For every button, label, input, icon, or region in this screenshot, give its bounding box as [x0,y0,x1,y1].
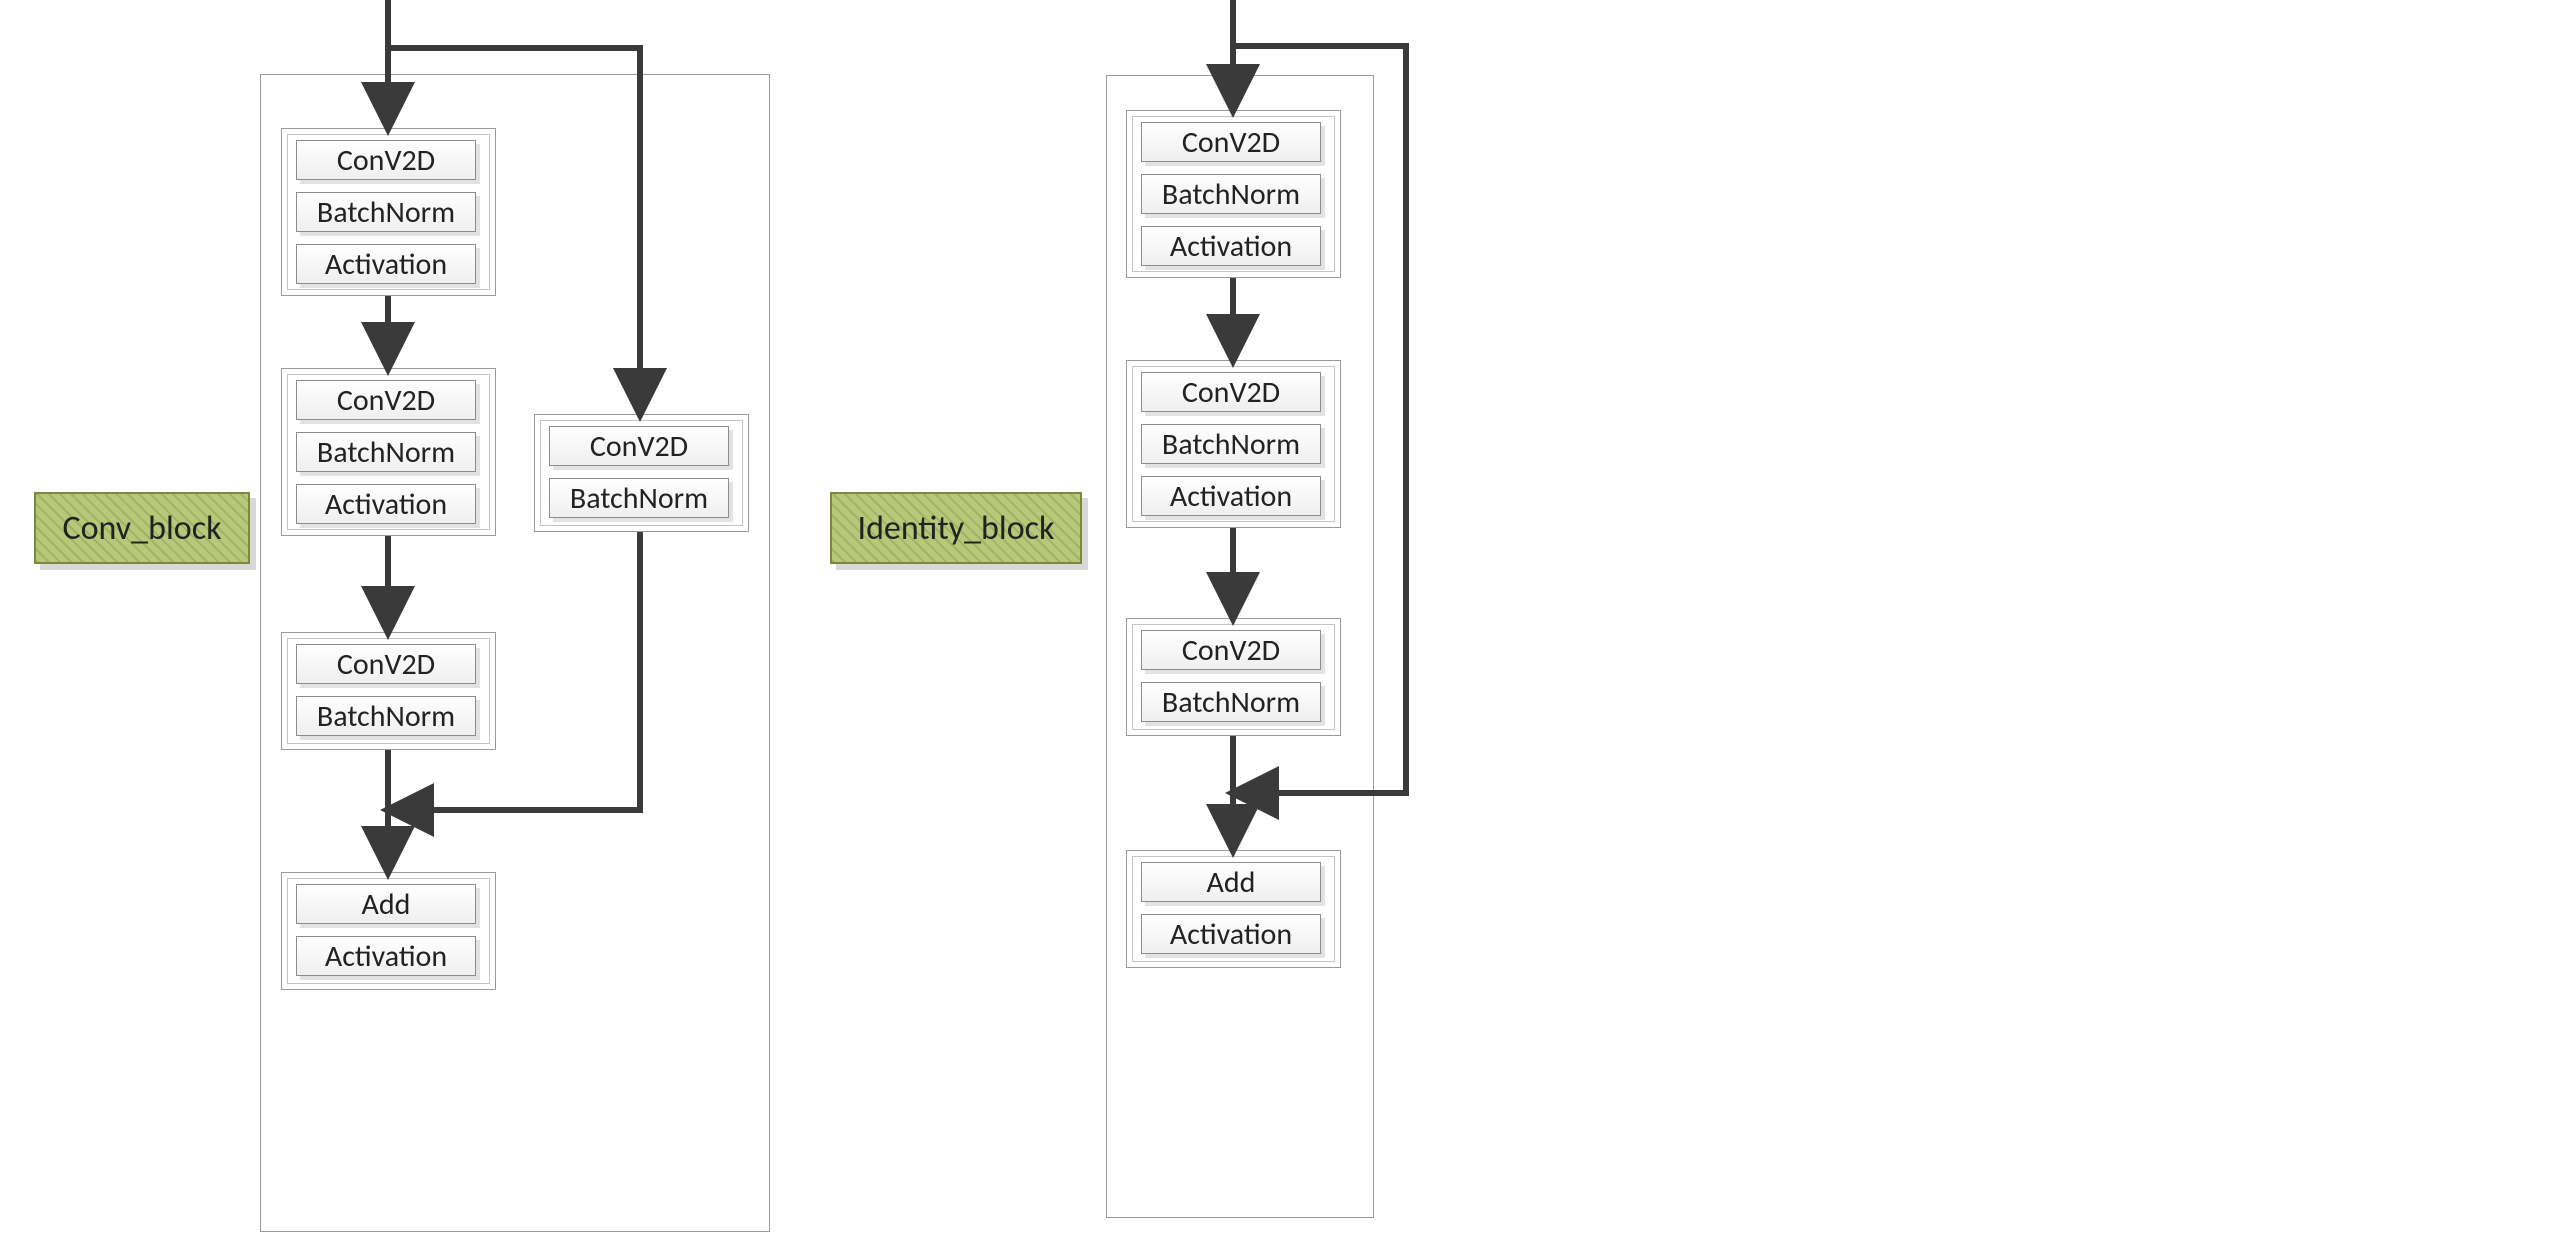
id-g2-bn-text: BatchNorm [1162,426,1300,463]
id-g2-conv2d-text: ConV2D [1182,374,1280,411]
conv-g2-conv2d: ConV2D [296,380,476,420]
identity-block-label-text: Identity_block [858,508,1055,549]
diagram-canvas: Conv_block ConV2D BatchNorm Activation C… [0,0,2550,1249]
conv-g2-act-text: Activation [325,486,447,523]
conv-sc-bn: BatchNorm [549,478,729,518]
id-g2-bn: BatchNorm [1141,424,1321,464]
conv-g4-act: Activation [296,936,476,976]
conv-g4-add-text: Add [362,886,411,923]
id-g2-act-text: Activation [1170,478,1292,515]
conv-g3-bn: BatchNorm [296,696,476,736]
id-g1-conv2d-text: ConV2D [1182,124,1280,161]
id-g3-bn: BatchNorm [1141,682,1321,722]
conv-g1-bn: BatchNorm [296,192,476,232]
id-g1-act-text: Activation [1170,228,1292,265]
id-g2-conv2d: ConV2D [1141,372,1321,412]
conv-g1-conv2d-text: ConV2D [337,142,435,179]
id-g2-act: Activation [1141,476,1321,516]
conv-sc-conv2d-text: ConV2D [590,428,688,465]
conv-g4-act-text: Activation [325,938,447,975]
conv-block-label: Conv_block [34,492,250,564]
id-g3-conv2d-text: ConV2D [1182,632,1280,669]
identity-block-label: Identity_block [830,492,1082,564]
conv-g2-conv2d-text: ConV2D [337,382,435,419]
conv-g1-act: Activation [296,244,476,284]
conv-sc-conv2d: ConV2D [549,426,729,466]
id-g4-add-text: Add [1207,864,1256,901]
conv-g3-conv2d: ConV2D [296,644,476,684]
conv-sc-bn-text: BatchNorm [570,480,708,517]
conv-g1-conv2d: ConV2D [296,140,476,180]
id-g1-bn: BatchNorm [1141,174,1321,214]
id-g1-conv2d: ConV2D [1141,122,1321,162]
conv-g2-act: Activation [296,484,476,524]
conv-g1-bn-text: BatchNorm [317,194,455,231]
conv-g1-act-text: Activation [325,246,447,283]
conv-block-label-text: Conv_block [62,508,221,549]
conv-g4-add: Add [296,884,476,924]
conv-g3-bn-text: BatchNorm [317,698,455,735]
id-g4-add: Add [1141,862,1321,902]
id-g4-act: Activation [1141,914,1321,954]
conv-g3-conv2d-text: ConV2D [337,646,435,683]
conv-g2-bn: BatchNorm [296,432,476,472]
id-g1-bn-text: BatchNorm [1162,176,1300,213]
id-g1-act: Activation [1141,226,1321,266]
id-g4-act-text: Activation [1170,916,1292,953]
id-g3-bn-text: BatchNorm [1162,684,1300,721]
conv-g2-bn-text: BatchNorm [317,434,455,471]
id-g3-conv2d: ConV2D [1141,630,1321,670]
